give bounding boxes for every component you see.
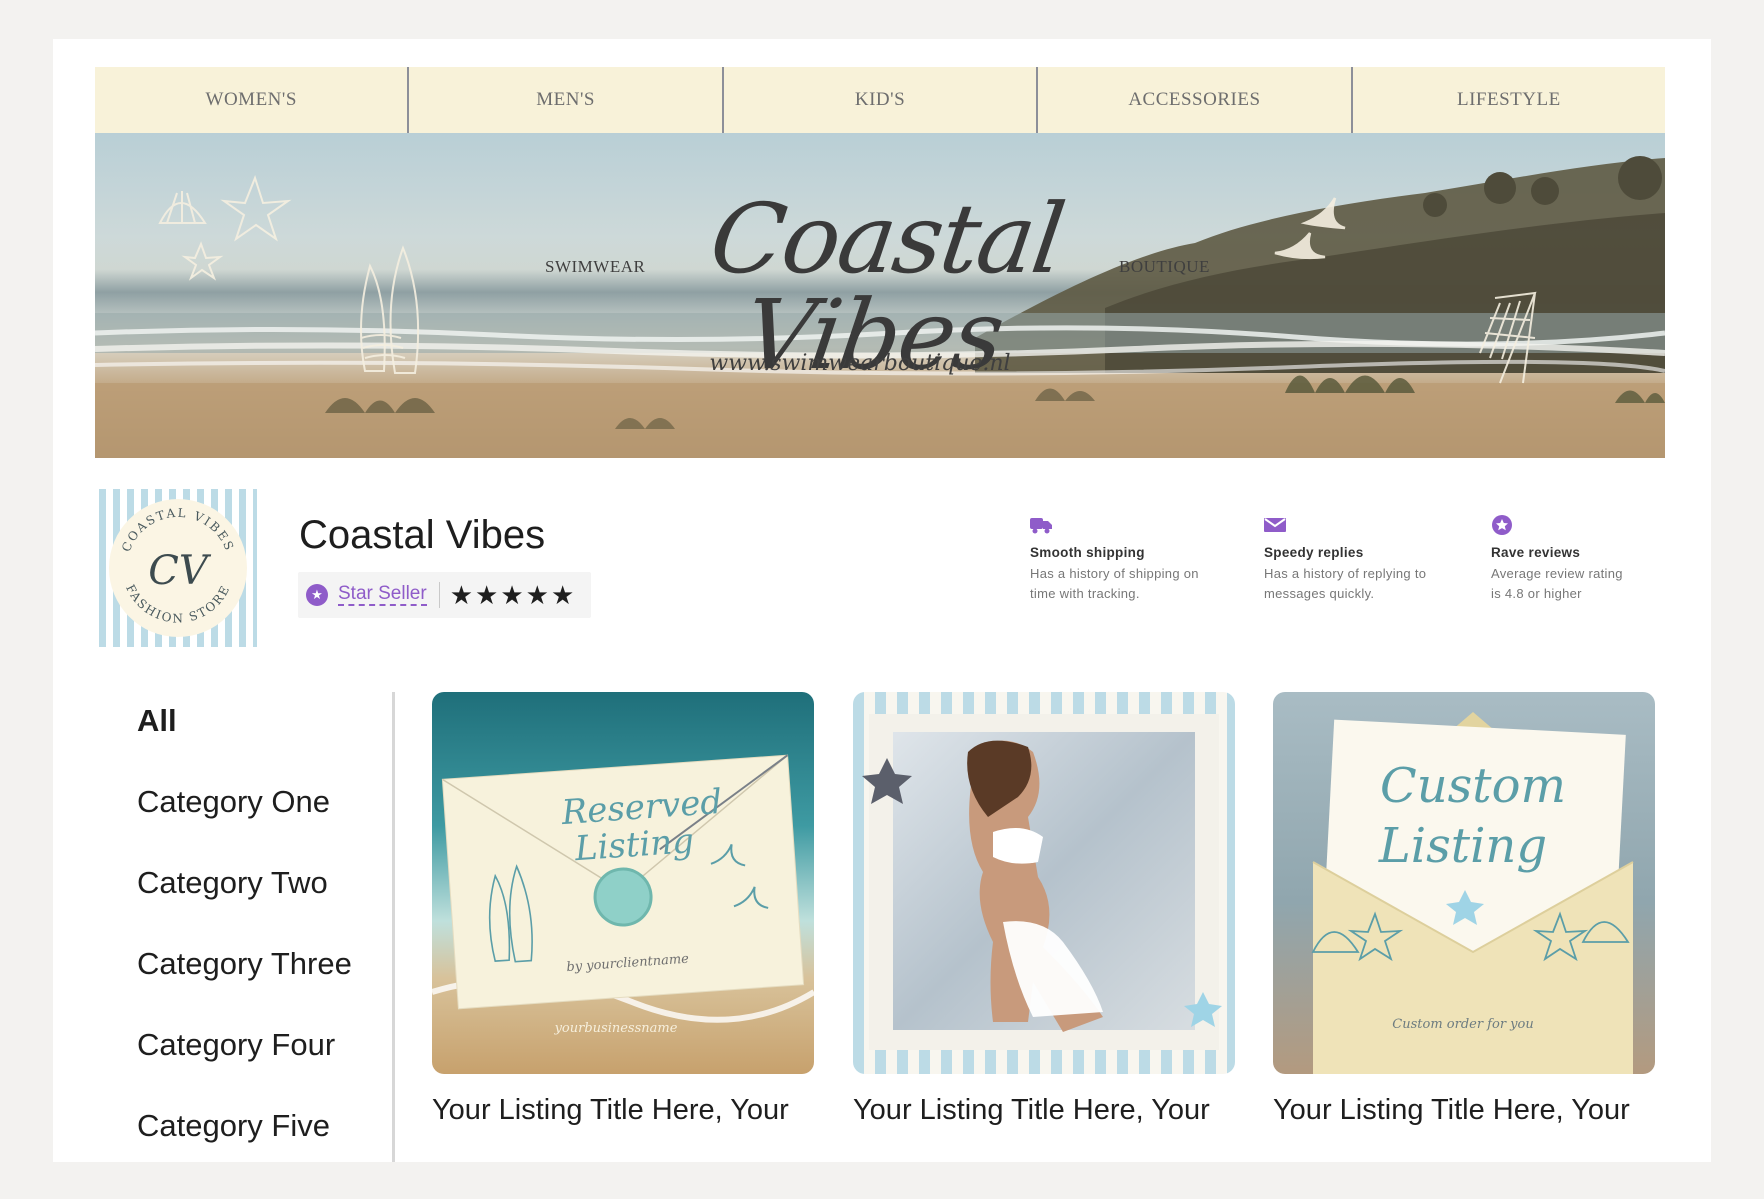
sidebar-item-category-five[interactable]: Category Five xyxy=(137,1104,352,1162)
star-badge-icon xyxy=(1492,515,1512,535)
listing-card[interactable]: Reserved Listing by yourclientname yourb… xyxy=(432,692,814,1127)
shop-frame: WOMEN'S MEN'S KID'S ACCESSORIES LIFESTYL… xyxy=(53,39,1711,1162)
logo-emblem: COASTAL VIBES FASHION STORE CV xyxy=(119,506,237,626)
listing-title[interactable]: Your Listing Title Here, Your xyxy=(853,1094,1235,1127)
rating-stars: ★★★★★ xyxy=(449,579,577,610)
sidebar-item-category-two[interactable]: Category Two xyxy=(137,861,352,942)
listing-card[interactable]: Custom Listing Custom order for you Your… xyxy=(1273,692,1655,1127)
listing-card[interactable]: Your Listing Title Here, Your xyxy=(853,692,1235,1127)
sidebar-item-category-four[interactable]: Category Four xyxy=(137,1023,352,1104)
nav-mens[interactable]: MEN'S xyxy=(409,67,724,133)
feature-desc-line: time with tracking. xyxy=(1030,586,1140,601)
feature-speedy-replies: Speedy replies Has a history of replying… xyxy=(1264,515,1464,604)
listing-image-custom[interactable]: Custom Listing Custom order for you xyxy=(1273,692,1655,1074)
sidebar-item-category-one[interactable]: Category One xyxy=(137,780,352,861)
nav-accessories[interactable]: ACCESSORIES xyxy=(1038,67,1353,133)
feature-title: Rave reviews xyxy=(1491,545,1581,560)
feature-desc-line: messages quickly. xyxy=(1264,586,1375,601)
logo-ring-top: COASTAL VIBES xyxy=(119,506,235,554)
listing-image-photo[interactable] xyxy=(853,692,1235,1074)
envelope-icon xyxy=(1264,518,1286,532)
feature-description: Has a history of replying to messages qu… xyxy=(1264,564,1464,604)
feature-desc-line: is 4.8 or higher xyxy=(1491,586,1582,601)
sidebar-item-category-three[interactable]: Category Three xyxy=(137,942,352,1023)
feature-description: Average review rating is 4.8 or higher xyxy=(1491,564,1691,604)
shop-name: Coastal Vibes xyxy=(299,513,546,557)
listing-script-line2: Listing xyxy=(1378,818,1547,874)
feature-rave-reviews: Rave reviews Average review rating is 4.… xyxy=(1491,515,1691,604)
feature-desc-line: Has a history of shipping on xyxy=(1030,566,1199,581)
category-sidebar: All Category One Category Two Category T… xyxy=(137,699,352,1162)
logo-initials: CV xyxy=(148,548,212,594)
surfboard-icon xyxy=(360,245,420,374)
listing-footer-text: yourbusinessname xyxy=(554,1021,678,1036)
feature-smooth-shipping: Smooth shipping Has a history of shippin… xyxy=(1030,515,1230,604)
seller-divider xyxy=(438,582,440,608)
feature-description: Has a history of shipping on time with t… xyxy=(1030,564,1230,604)
truck-icon xyxy=(1030,518,1052,534)
star-seller-box: ★ Star Seller ★★★★★ xyxy=(298,572,591,618)
sidebar-item-all[interactable]: All xyxy=(137,699,352,780)
listing-footer-text: Custom order for you xyxy=(1392,1017,1533,1032)
banner-subtitle-right: BOUTIQUE xyxy=(1119,257,1210,276)
nav-womens[interactable]: WOMEN'S xyxy=(95,67,410,133)
seashell-icon xyxy=(158,175,292,281)
nav-lifestyle[interactable]: LIFESTYLE xyxy=(1353,67,1665,133)
svg-text:COASTAL VIBES: COASTAL VIBES xyxy=(119,506,237,554)
listing-script-line1: Custom xyxy=(1380,758,1566,814)
nav-kids[interactable]: KID'S xyxy=(724,67,1039,133)
feature-title: Speedy replies xyxy=(1264,545,1364,560)
shop-logo[interactable]: COASTAL VIBES FASHION STORE CV xyxy=(99,489,257,647)
star-seller-link[interactable]: Star Seller xyxy=(338,583,427,607)
sidebar-divider xyxy=(392,692,395,1162)
category-nav: WOMEN'S MEN'S KID'S ACCESSORIES LIFESTYL… xyxy=(95,67,1665,133)
banner-subtitle-left: SWIMWEAR xyxy=(545,257,646,276)
feature-desc-line: Average review rating xyxy=(1491,566,1623,581)
feature-title: Smooth shipping xyxy=(1030,545,1145,560)
listing-title[interactable]: Your Listing Title Here, Your xyxy=(1273,1094,1655,1127)
feature-desc-line: Has a history of replying to xyxy=(1264,566,1427,581)
listing-title[interactable]: Your Listing Title Here, Your xyxy=(432,1094,814,1127)
listing-script-line2: Listing xyxy=(573,821,696,869)
star-seller-badge-icon: ★ xyxy=(306,584,328,606)
shop-banner: SWIMWEAR Coastal Vibes BOUTIQUE www.swim… xyxy=(95,133,1665,458)
banner-url: www.swimwearboutique.nl xyxy=(709,351,1011,376)
listing-image-reserved[interactable]: Reserved Listing by yourclientname yourb… xyxy=(432,692,814,1074)
